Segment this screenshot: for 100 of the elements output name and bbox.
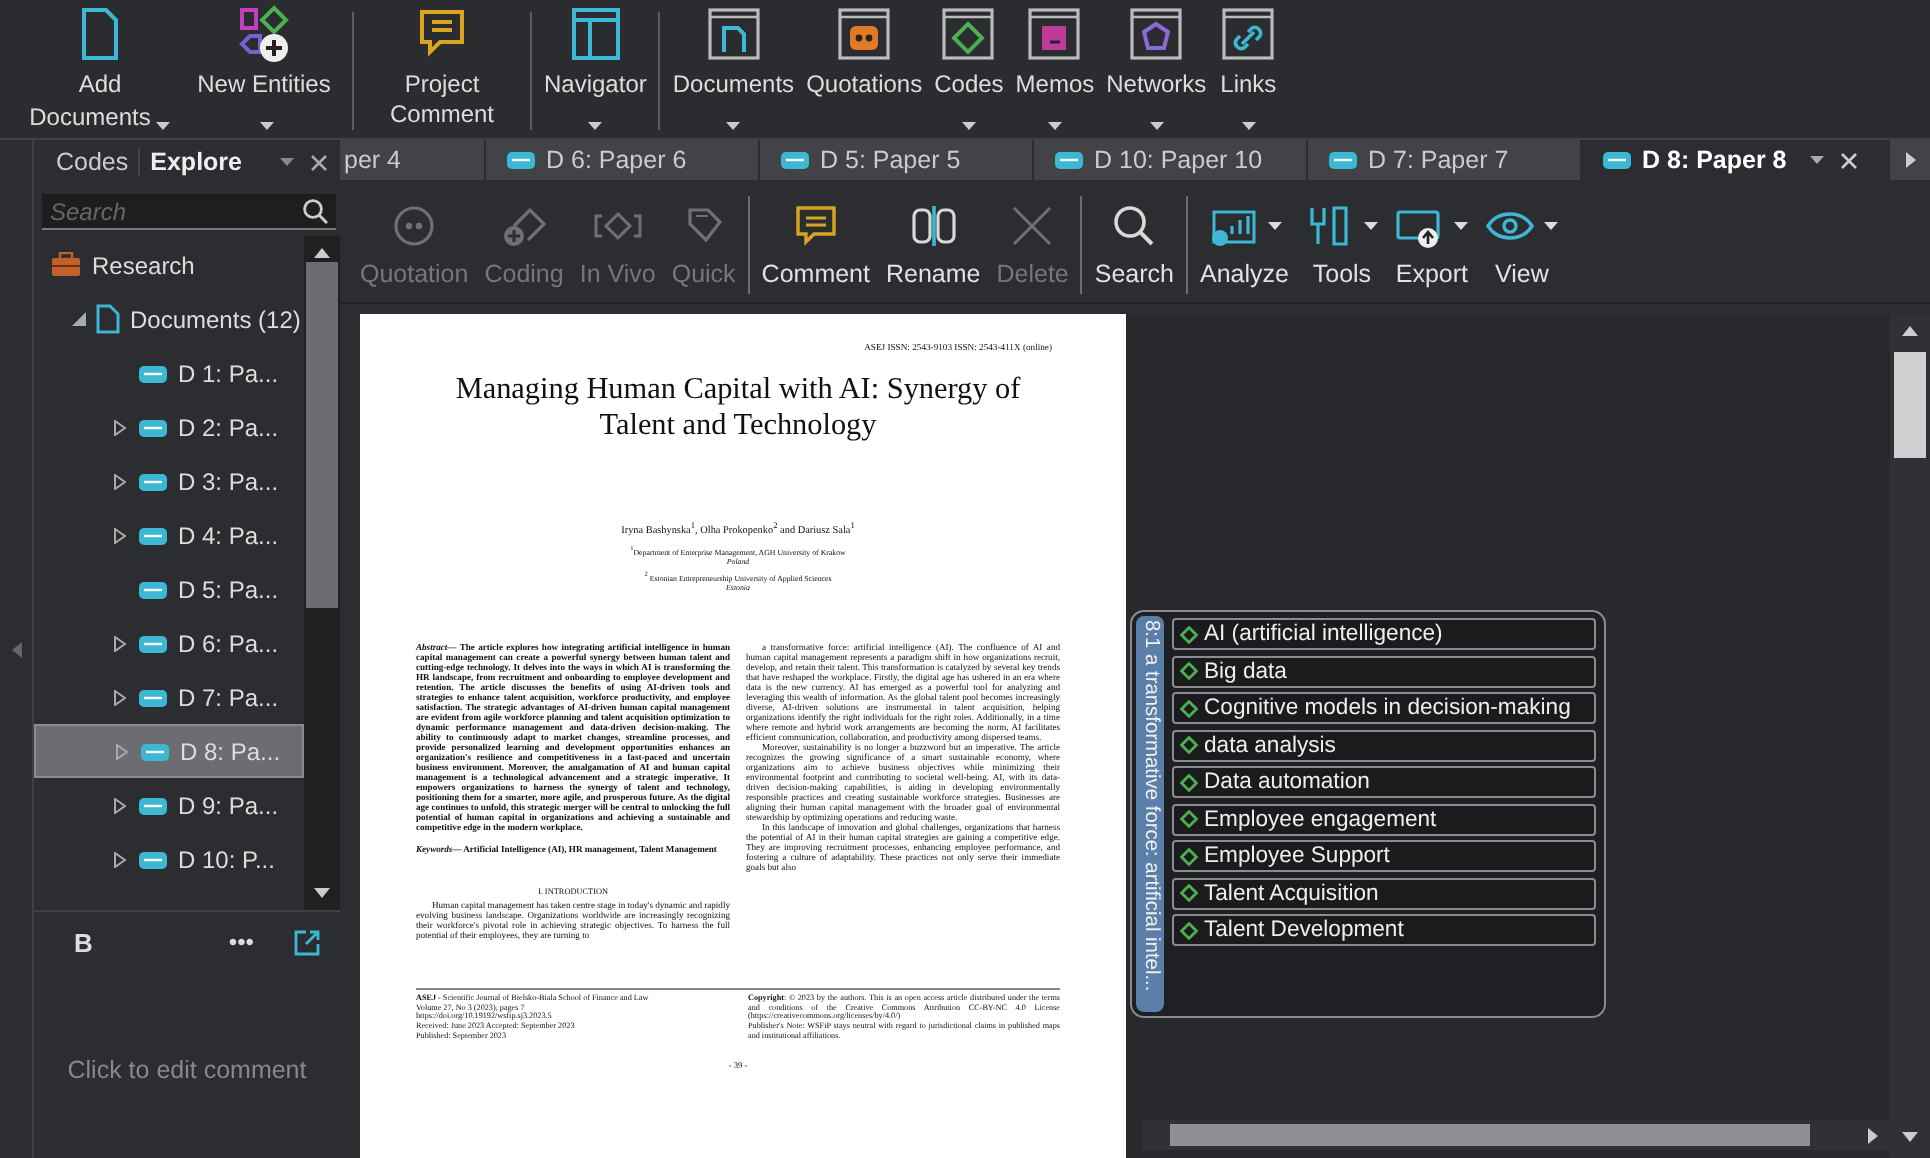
ribbon-button[interactable]: Documents (666, 4, 801, 130)
code-chip[interactable]: Talent Acquisition (1172, 877, 1596, 909)
document-tab[interactable]: D 7: Paper 7 (1308, 140, 1582, 180)
diamond-icon (1180, 921, 1198, 939)
search-icon (302, 198, 328, 224)
toolbar-button[interactable]: Rename (877, 196, 989, 294)
tag-plus-icon (498, 202, 551, 250)
scroll-right-icon (1905, 152, 1915, 168)
tree-item[interactable]: D 3: Pa... (34, 454, 304, 508)
scrollbar[interactable] (304, 236, 340, 910)
expand-icon (114, 527, 126, 543)
file-icon (138, 525, 168, 545)
ribbon-button[interactable]: New Entities (182, 4, 346, 130)
caret-icon (280, 158, 294, 166)
close-icon (1840, 151, 1858, 169)
tree-item[interactable]: D 8: Pa... (34, 724, 304, 778)
vertical-scrollbar[interactable] (1890, 314, 1930, 1158)
caret-icon (1047, 122, 1062, 130)
search-field[interactable]: Search (42, 194, 336, 230)
more-button[interactable]: ••• (228, 928, 254, 956)
caret-icon (588, 122, 603, 130)
quote-window-icon (834, 4, 895, 64)
quotation-label[interactable]: 8:1 a transformative force: artificial intel... (1136, 616, 1164, 1012)
scrollbar-thumb[interactable] (306, 262, 338, 608)
diamond-icon (1180, 773, 1198, 791)
memo-window-icon (1024, 4, 1085, 64)
scrollbar-thumb[interactable] (1170, 1124, 1810, 1146)
collapse-icon (71, 312, 85, 326)
diamond-window-icon (938, 4, 999, 64)
file-icon (780, 150, 810, 170)
link-window-icon (1218, 4, 1279, 64)
toolbar-button[interactable]: View (1476, 196, 1567, 294)
file-icon (138, 849, 168, 869)
tree-item[interactable]: D 2: Pa... (34, 400, 304, 454)
document-tab[interactable]: per 4 (340, 140, 486, 180)
file-icon (138, 579, 168, 599)
caret-icon (1364, 222, 1379, 230)
panel-tab[interactable]: Explore (140, 148, 252, 176)
caret-icon (1267, 222, 1282, 230)
document-window-icon (703, 4, 764, 64)
toolbar-button[interactable]: Analyze (1191, 196, 1297, 294)
document-tab[interactable]: D 10: Paper 10 (1034, 140, 1308, 180)
tree-item[interactable]: Documents (12) (34, 292, 304, 346)
diamond-icon (1180, 662, 1198, 680)
code-chip[interactable]: Data automation (1172, 766, 1596, 798)
tree-item[interactable]: D 4: Pa... (34, 508, 304, 562)
panel-tab[interactable]: Codes (46, 148, 141, 176)
diamond-icon (1180, 810, 1198, 828)
scroll-down-icon (1902, 1132, 1918, 1142)
tree-item[interactable]: D 7: Pa... (34, 670, 304, 724)
caret-icon (1810, 156, 1824, 164)
scroll-up-icon (1902, 326, 1918, 336)
code-chip[interactable]: data analysis (1172, 729, 1596, 761)
scrollbar-thumb[interactable] (1894, 352, 1926, 458)
file-icon (138, 471, 168, 491)
toolbar-button[interactable]: Tools (1296, 196, 1387, 294)
expand-icon (114, 635, 126, 651)
diamond-icon (1180, 736, 1198, 754)
horizontal-scrollbar[interactable] (1142, 1120, 1890, 1150)
tree-item[interactable]: D 10: P... (34, 832, 304, 886)
rename-icon (907, 202, 960, 250)
comment-field[interactable]: Click to edit comment (34, 1056, 340, 1084)
ribbon-button[interactable]: Memos (1009, 4, 1101, 130)
code-chip[interactable]: Employee engagement (1172, 803, 1596, 835)
toolbar-button[interactable]: Export (1386, 196, 1477, 294)
bold-button[interactable]: B (74, 927, 93, 957)
tree-item[interactable]: D 1: Pa... (34, 346, 304, 400)
ribbon-button[interactable]: Quotations (800, 4, 929, 130)
diamond-icon (1180, 884, 1198, 902)
caret-icon (726, 122, 741, 130)
document-tab[interactable]: D 5: Paper 5 (760, 140, 1034, 180)
tree-item[interactable]: D 6: Pa... (34, 616, 304, 670)
tree-item[interactable]: D 9: Pa... (34, 778, 304, 832)
ribbon-button[interactable]: Codes (928, 4, 1010, 130)
code-chip[interactable]: AI (artificial intelligence) (1172, 618, 1596, 650)
toolbar-button[interactable]: Comment (753, 196, 878, 294)
ribbon-button[interactable]: Networks (1100, 4, 1213, 130)
diamond-icon (1180, 625, 1198, 643)
tree-item[interactable]: Research (34, 238, 304, 292)
code-chip[interactable]: Big data (1172, 655, 1596, 687)
ribbon-button[interactable]: Navigator (538, 4, 653, 130)
code-chip[interactable]: Cognitive models in decision-making (1172, 692, 1596, 724)
caret-icon (260, 122, 274, 130)
file-icon (506, 150, 536, 170)
code-chip[interactable]: Employee Support (1172, 840, 1596, 872)
expand-icon (114, 419, 126, 435)
expand-icon (114, 689, 126, 705)
toolbar-button[interactable]: Search (1086, 196, 1182, 294)
code-chip[interactable]: Talent Development (1172, 914, 1596, 946)
document-tab[interactable]: D 6: Paper 6 (486, 140, 760, 180)
ribbon-button[interactable]: Links (1212, 4, 1285, 130)
collapse-left-icon (11, 641, 21, 657)
caret-icon (1241, 122, 1256, 130)
file-icon (138, 363, 168, 383)
ribbon-button[interactable]: Project Comment (360, 4, 524, 130)
tree-item[interactable]: D 5: Pa... (34, 562, 304, 616)
ribbon-button[interactable]: Add Documents (18, 4, 182, 130)
caret-icon (1149, 122, 1164, 130)
expand-icon (114, 473, 126, 489)
scroll-down-icon (314, 888, 330, 898)
